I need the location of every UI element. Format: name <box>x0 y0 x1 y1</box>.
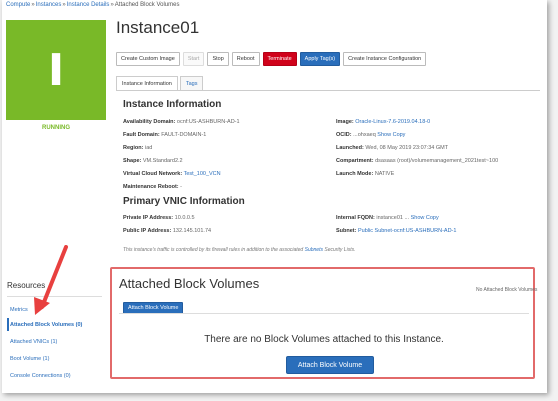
instance-status: RUNNING <box>42 125 70 131</box>
fault-domain-row: Fault Domain: FAULT-DOMAIN-1 <box>123 132 206 138</box>
region-label: Region: <box>123 145 144 151</box>
action-toolbar: Create Custom Image Start Stop Reboot Te… <box>116 52 427 66</box>
image-row: Image: Oracle-Linux-7.6-2019.04.18-0 <box>336 119 430 125</box>
region-value: iad <box>145 145 153 151</box>
breadcrumb-current: Attached Block Volumes <box>114 2 180 8</box>
internal-fqdn-label: Internal FQDN: <box>336 215 375 221</box>
maintenance-reboot-value: - <box>180 184 182 190</box>
subnet-row: Subnet: Public Subnet-ocnf:US-ASHBURN-AD… <box>336 228 456 234</box>
traffic-note: This instance's traffic is controlled by… <box>123 247 355 253</box>
primary-vnic-heading: Primary VNIC Information <box>123 196 245 207</box>
apply-tags-button[interactable]: Apply Tag(s) <box>299 52 341 66</box>
breadcrumb-instances[interactable]: Instances <box>36 2 62 8</box>
instance-details-page: Compute»Instances»Instance Details»Attac… <box>2 0 547 393</box>
ocid-copy-link[interactable]: Copy <box>393 132 406 138</box>
maintenance-reboot-label: Maintenance Reboot: <box>123 184 179 190</box>
image-label: Image: <box>336 119 354 125</box>
resource-item-console-connections[interactable]: Console Connections (0) <box>10 373 71 379</box>
availability-domain-label: Availability Domain: <box>123 119 176 125</box>
instance-information-heading: Instance Information <box>123 99 222 110</box>
block-volumes-divider <box>119 313 529 314</box>
breadcrumb-compute[interactable]: Compute <box>6 2 30 8</box>
attached-block-volumes-count: No Attached Block Volumes <box>476 287 538 293</box>
instance-status-tile: I <box>6 20 106 120</box>
ocid-label: OCID: <box>336 132 352 138</box>
subnet-label: Subnet: <box>336 228 357 234</box>
public-ip-value: 132.145.101.74 <box>172 228 212 234</box>
private-ip-value: 10.0.0.5 <box>174 215 195 221</box>
compartment-value: dsasaas (root)/volumemanagement_2021test… <box>375 158 499 164</box>
breadcrumb-instance-details[interactable]: Instance Details <box>67 2 110 8</box>
region-row: Region: iad <box>123 145 152 151</box>
create-custom-image-button[interactable]: Create Custom Image <box>116 52 180 66</box>
annotation-arrow-icon <box>34 245 68 315</box>
reboot-button[interactable]: Reboot <box>231 52 260 66</box>
launched-row: Launched: Wed, 08 May 2019 23:07:34 GMT <box>336 145 448 151</box>
image-link[interactable]: Oracle-Linux-7.6-2019.04.18-0 <box>355 119 430 125</box>
shape-row: Shape: VM.Standard2.2 <box>123 158 183 164</box>
public-ip-label: Public IP Address: <box>123 228 172 234</box>
info-tabs: Instance Information Tags <box>116 76 205 91</box>
private-ip-row: Private IP Address: 10.0.0.5 <box>123 215 195 221</box>
fqdn-copy-link[interactable]: Copy <box>426 215 439 221</box>
page-title: Instance01 <box>116 18 200 37</box>
tab-instance-information[interactable]: Instance Information <box>116 76 178 91</box>
public-ip-row: Public IP Address: 132.145.101.74 <box>123 228 211 234</box>
empty-state-message: There are no Block Volumes attached to t… <box>204 334 444 345</box>
stop-button[interactable]: Stop <box>207 52 229 66</box>
shape-value: VM.Standard2.2 <box>142 158 183 164</box>
terminate-button[interactable]: Terminate <box>262 52 297 66</box>
compartment-row: Compartment: dsasaas (root)/volumemanage… <box>336 158 498 164</box>
vcn-link[interactable]: Test_100_VCN <box>184 171 221 177</box>
compartment-label: Compartment: <box>336 158 374 164</box>
create-instance-configuration-button[interactable]: Create Instance Configuration <box>343 52 427 66</box>
tab-divider <box>116 90 540 91</box>
launch-mode-label: Launch Mode: <box>336 171 374 177</box>
internal-fqdn-row: Internal FQDN: instance01 ... Show Copy <box>336 215 439 221</box>
launched-value: Wed, 08 May 2019 23:07:34 GMT <box>365 145 449 151</box>
private-ip-label: Private IP Address: <box>123 215 174 221</box>
resource-item-boot-volume[interactable]: Boot Volume (1) <box>10 356 49 362</box>
availability-domain-row: Availability Domain: ocnf:US-ASHBURN-AD-… <box>123 119 240 125</box>
fault-domain-label: Fault Domain: <box>123 132 160 138</box>
availability-domain-value: ocnf:US-ASHBURN-AD-1 <box>176 119 240 125</box>
ocid-row: OCID: ...ohxaeq Show Copy <box>336 132 405 138</box>
ocid-value: ...ohxaeq <box>353 132 376 138</box>
shape-label: Shape: <box>123 158 142 164</box>
tab-tags[interactable]: Tags <box>179 76 204 91</box>
attach-block-volume-button[interactable]: Attach Block Volume <box>286 356 374 374</box>
resource-item-attached-vnics[interactable]: Attached VNICs (1) <box>10 339 57 345</box>
vcn-label: Virtual Cloud Network: <box>123 171 183 177</box>
active-resource-indicator <box>7 318 9 331</box>
maintenance-reboot-row: Maintenance Reboot: - <box>123 184 182 190</box>
attached-block-volumes-title: Attached Block Volumes <box>119 276 260 291</box>
resource-item-metrics[interactable]: Metrics <box>10 307 28 313</box>
fqdn-show-link[interactable]: Show <box>411 215 425 221</box>
launch-mode-row: Launch Mode: NATIVE <box>336 171 394 177</box>
launched-label: Launched: <box>336 145 364 151</box>
launch-mode-value: NATIVE <box>374 171 395 177</box>
vcn-row: Virtual Cloud Network: Test_100_VCN <box>123 171 221 177</box>
instance-letter: I <box>47 44 65 96</box>
internal-fqdn-value: instance01 ... <box>376 215 410 221</box>
subnet-link[interactable]: Public Subnet-ocnf:US-ASHBURN-AD-1 <box>358 228 456 234</box>
start-button[interactable]: Start <box>182 52 205 66</box>
subnets-link[interactable]: Subnets <box>305 247 323 253</box>
ocid-show-link[interactable]: Show <box>377 132 391 138</box>
breadcrumb: Compute»Instances»Instance Details»Attac… <box>6 2 179 8</box>
traffic-note-text: This instance's traffic is controlled by… <box>123 247 304 253</box>
fault-domain-value: FAULT-DOMAIN-1 <box>161 132 207 138</box>
traffic-note-suffix: Security Lists. <box>324 247 356 253</box>
